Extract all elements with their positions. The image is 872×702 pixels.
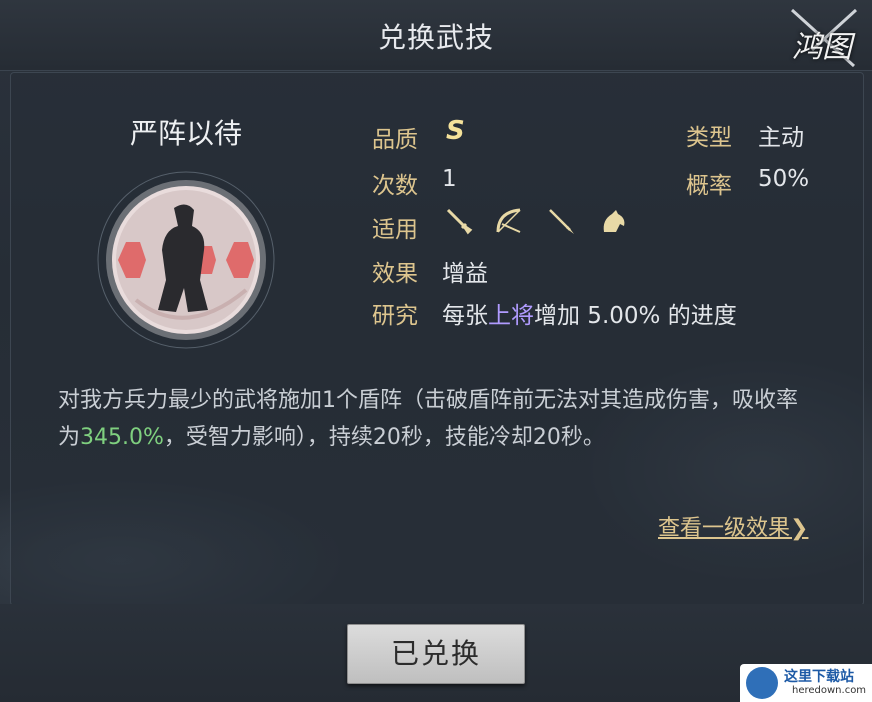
watermark-sub-text: heredown.com xyxy=(792,685,867,696)
horse-icon xyxy=(603,210,625,232)
research-label: 研究 xyxy=(372,303,418,329)
quality-label: 品质 xyxy=(372,127,418,153)
skill-emblem xyxy=(97,171,275,349)
redeemed-button[interactable]: 已兑换 xyxy=(347,624,525,684)
sword-icon xyxy=(446,208,473,235)
description-highlight: 345.0% xyxy=(80,425,164,450)
bow-icon xyxy=(496,208,521,233)
logo-text: 鸿图 xyxy=(792,30,852,65)
research-highlight: 上将 xyxy=(488,303,534,329)
page-title: 兑换武技 xyxy=(377,21,494,54)
count-label: 次数 xyxy=(372,173,418,199)
watermark-badge-icon xyxy=(746,667,778,699)
spear-icon xyxy=(549,209,574,234)
skill-description: 对我方兵力最少的武将施加1个盾阵（击破盾阵前无法对其造成伤害，吸收率为345.0… xyxy=(58,382,798,456)
rate-value: 50% xyxy=(758,166,810,192)
quality-value: S xyxy=(446,116,465,146)
skill-name: 严阵以待 xyxy=(130,117,243,150)
effect-value: 增益 xyxy=(442,261,488,287)
description-part2: ，受智力影响），持续20秒，技能冷却20秒。 xyxy=(163,425,605,450)
research-prefix: 每张 xyxy=(442,303,488,329)
type-label: 类型 xyxy=(686,125,732,151)
view-level1-effect-link[interactable]: 查看一级效果❯ xyxy=(658,510,808,542)
applies-label: 适用 xyxy=(372,217,418,243)
type-value: 主动 xyxy=(758,125,804,151)
research-suffix: 增加 5.00% 的进度 xyxy=(534,303,737,329)
header-bar: 兑换武技 鸿图 xyxy=(0,0,872,71)
watermark-main-text: 这里下载站 xyxy=(784,669,854,685)
effect-label: 效果 xyxy=(372,261,418,287)
research-text: 每张上将增加 5.00% 的进度 xyxy=(442,296,737,330)
rate-label: 概率 xyxy=(686,173,732,199)
site-watermark: 这里下载站 heredown.com xyxy=(740,664,872,702)
count-value: 1 xyxy=(442,166,457,192)
